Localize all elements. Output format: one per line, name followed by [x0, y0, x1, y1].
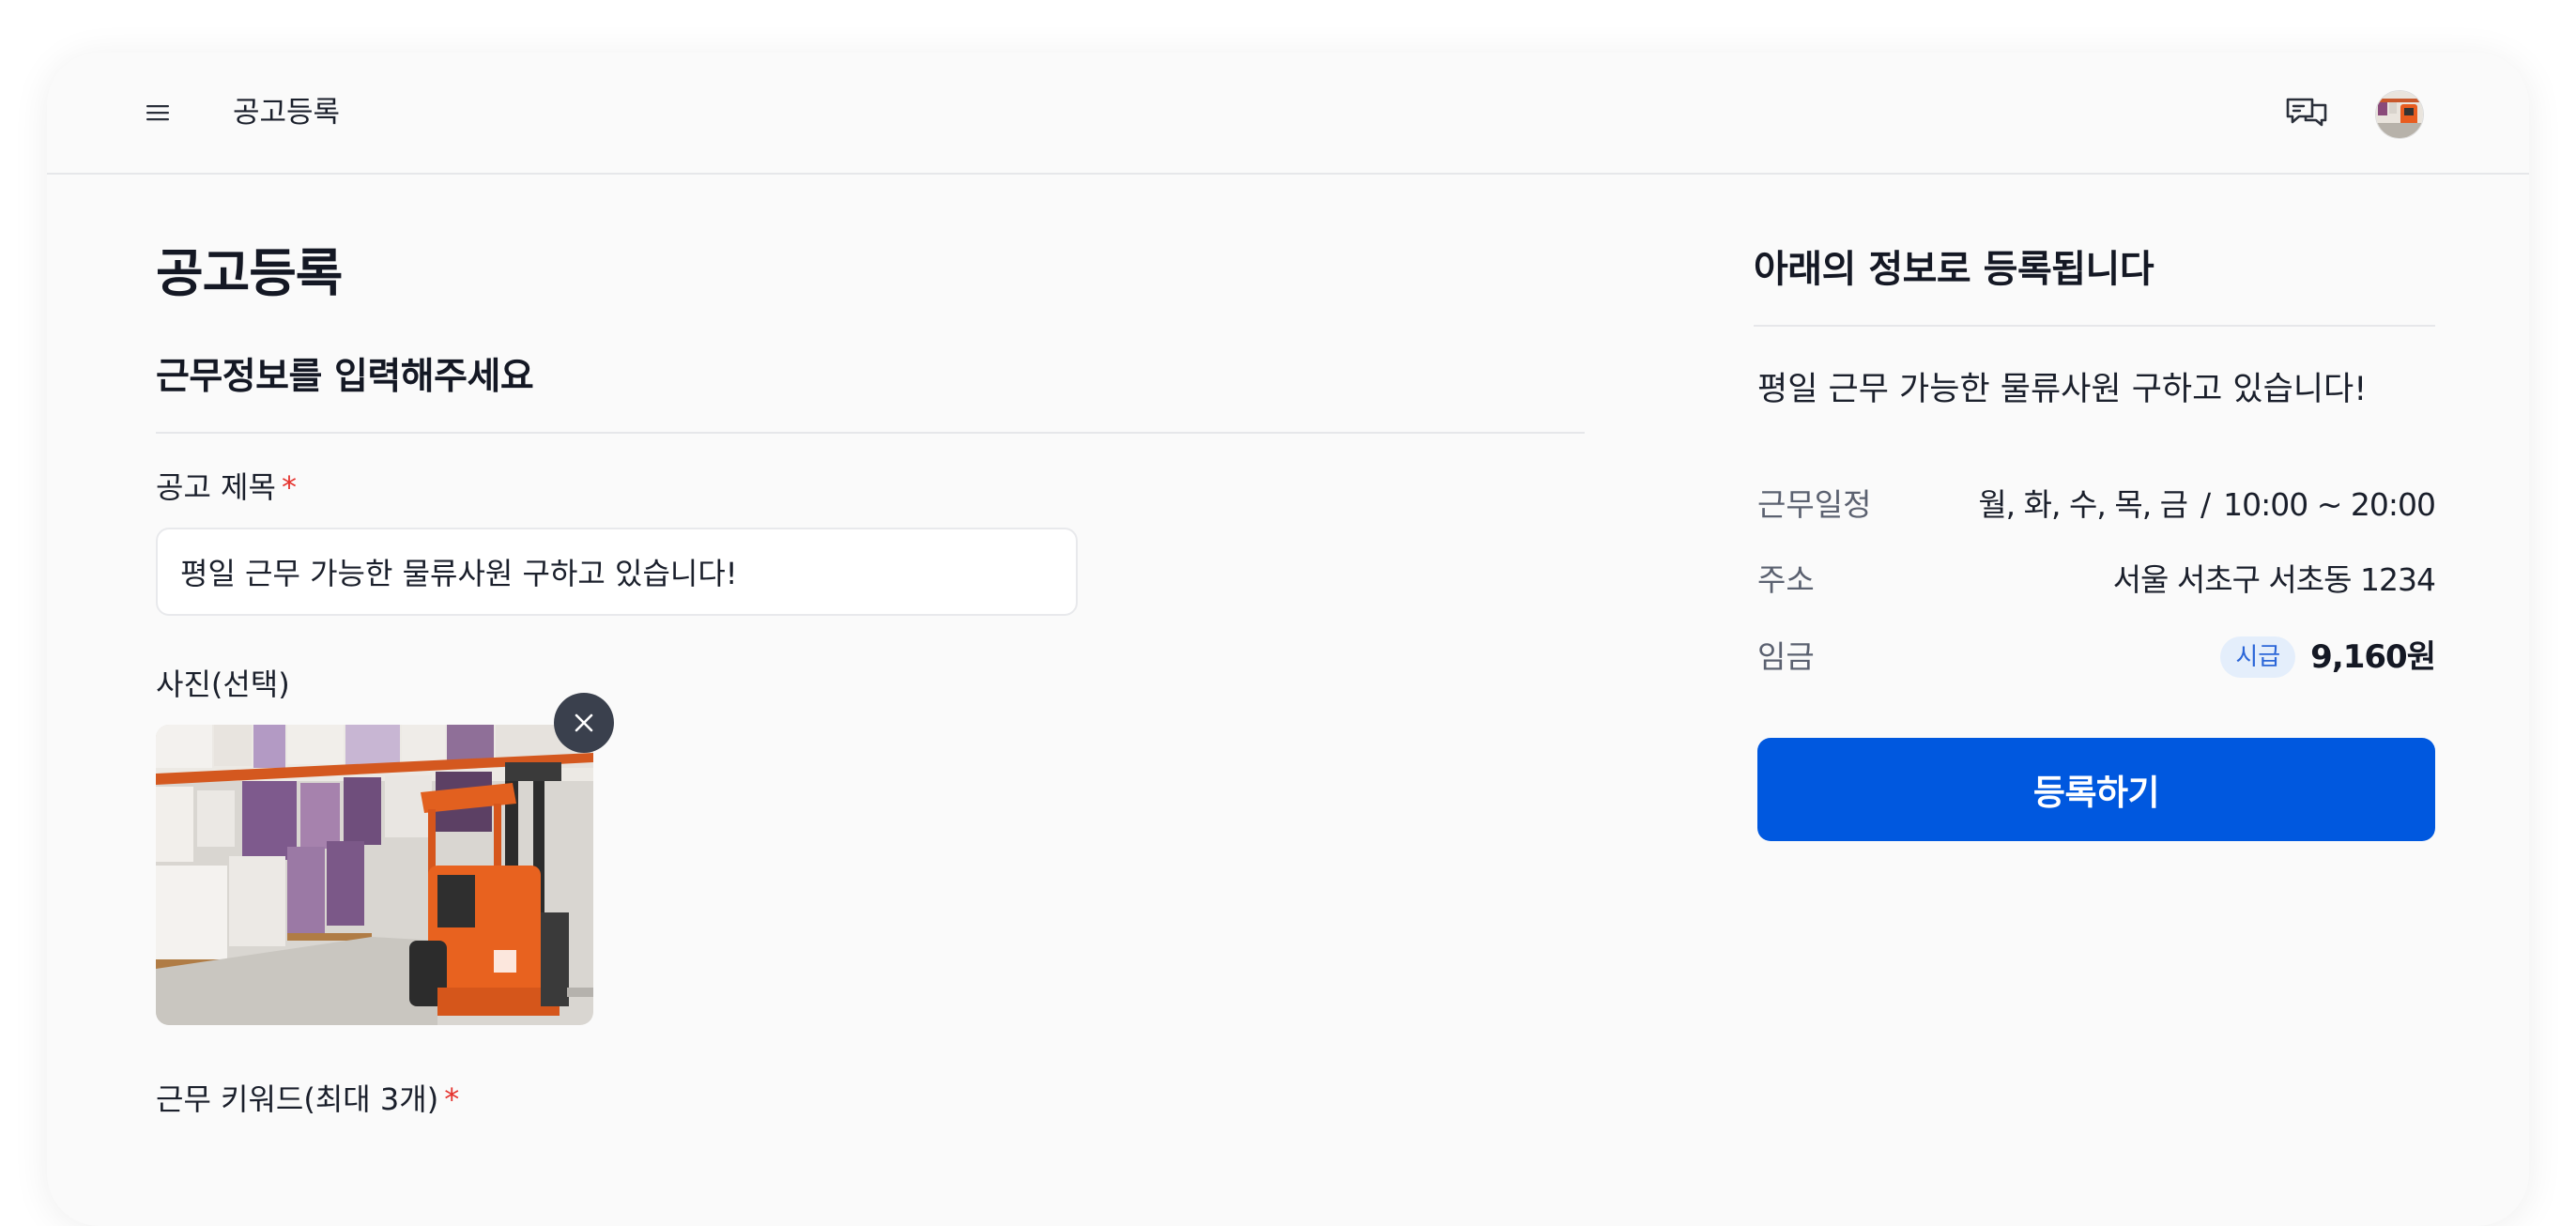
wage-type-badge: 시급 [2220, 636, 2296, 678]
schedule-label: 근무일정 [1757, 486, 1872, 523]
hamburger-menu-icon[interactable] [139, 94, 176, 131]
required-mark: * [281, 469, 297, 505]
post-title-input[interactable] [156, 528, 1078, 616]
address-label: 주소 [1757, 561, 1815, 598]
schedule-row: 근무일정 월, 화, 수, 목, 금 / 10:00 ~ 20:00 [1757, 483, 2436, 528]
schedule-hours: 10:00 ~ 20:00 [2223, 486, 2436, 523]
remove-photo-button[interactable] [554, 693, 614, 753]
section-title: 근무정보를 입력해주세요 [156, 356, 534, 398]
wage-amount: 9,160원 [2310, 638, 2436, 676]
main-card: 공고등록 공고등록 근무정보를 입력해주세요 공고 제목 * 평일 근무 가능한… [47, 53, 2529, 1226]
summary-divider [1754, 325, 2435, 327]
schedule-separator: / [2200, 486, 2211, 523]
uploaded-photo [156, 725, 593, 1025]
close-icon [575, 713, 593, 732]
summary-post-title: 평일 근무 가능한 물류사원 구하고 있습니다! [1757, 371, 2368, 408]
keyword-label: 근무 키워드(최대 3개) * [156, 1080, 459, 1119]
top-header: 공고등록 [47, 53, 2529, 175]
user-avatar[interactable] [2375, 90, 2424, 139]
address-row: 주소 서울 서초구 서초동 1234 [1757, 558, 2436, 603]
submit-button[interactable]: 등록하기 [1757, 738, 2435, 841]
post-title-label: 공고 제목 * [156, 467, 297, 507]
required-mark: * [444, 1081, 460, 1117]
wage-row: 임금 시급 9,160원 [1757, 635, 2436, 680]
page-title: 공고등록 [156, 243, 343, 303]
header-title: 공고등록 [233, 96, 341, 130]
summary-title: 아래의 정보로 등록됩니다 [1754, 248, 2154, 291]
address-value: 서울 서초구 서초동 1234 [2112, 561, 2436, 598]
schedule-days: 월, 화, 수, 목, 금 [1978, 486, 2188, 523]
chat-bubbles-icon[interactable] [2285, 96, 2328, 130]
keyword-label-text: 근무 키워드(최대 3개) [156, 1081, 439, 1117]
photo-label: 사진(선택) [156, 667, 290, 702]
section-divider [156, 432, 1585, 434]
wage-value: 시급 9,160원 [2220, 635, 2436, 680]
post-title-label-text: 공고 제목 [156, 469, 276, 505]
wage-label: 임금 [1757, 638, 1815, 675]
schedule-value: 월, 화, 수, 목, 금 / 10:00 ~ 20:00 [1978, 483, 2436, 528]
